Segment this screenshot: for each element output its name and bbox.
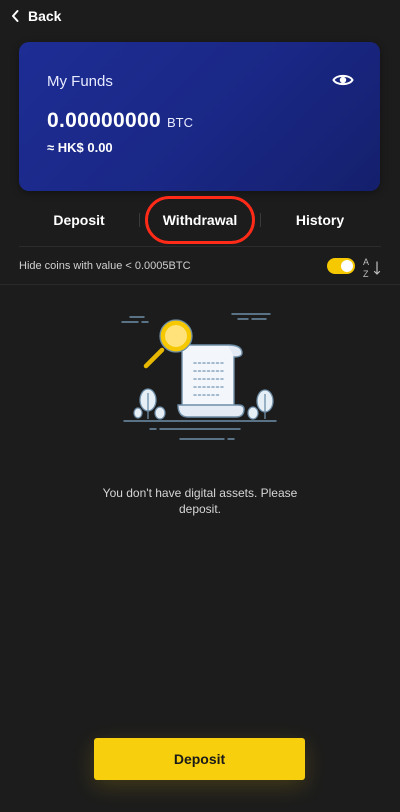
- balance-row: 0.00000000 BTC: [47, 109, 193, 133]
- svg-text:A: A: [363, 257, 369, 267]
- svg-text:Z: Z: [363, 269, 369, 279]
- balance-unit: BTC: [166, 115, 193, 130]
- funds-title: My Funds: [47, 73, 113, 90]
- tabs-divider: [19, 246, 381, 247]
- deposit-button[interactable]: Deposit: [94, 738, 305, 780]
- tab-bar: Deposit Withdrawal History: [0, 200, 400, 240]
- funds-card: My Funds 0.00000000 BTC ≈ HK$ 0.00: [19, 42, 380, 191]
- fiat-value: ≈ HK$ 0.00: [47, 140, 113, 155]
- back-label: Back: [28, 8, 62, 24]
- toggle-knob: [341, 260, 353, 272]
- eye-icon[interactable]: [332, 71, 354, 89]
- funds-page: Back My Funds 0.00000000 BTC ≈ HK$ 0.00 …: [0, 0, 400, 812]
- hide-small-balances-label: Hide coins with value < 0.0005BTC: [19, 260, 191, 272]
- hide-small-balances-toggle[interactable]: [327, 258, 355, 274]
- tab-history[interactable]: History: [260, 200, 380, 240]
- sort-az-icon[interactable]: A Z: [362, 255, 384, 279]
- tab-deposit[interactable]: Deposit: [19, 200, 139, 240]
- back-button[interactable]: Back: [10, 5, 61, 27]
- filter-divider: [0, 284, 400, 285]
- tab-withdrawal[interactable]: Withdrawal: [140, 200, 260, 240]
- empty-state-illustration: [121, 313, 277, 440]
- chevron-left-icon: [12, 10, 19, 22]
- balance-amount: 0.00000000: [47, 109, 161, 132]
- empty-state-message: You don't have digital assets. Please de…: [102, 486, 298, 516]
